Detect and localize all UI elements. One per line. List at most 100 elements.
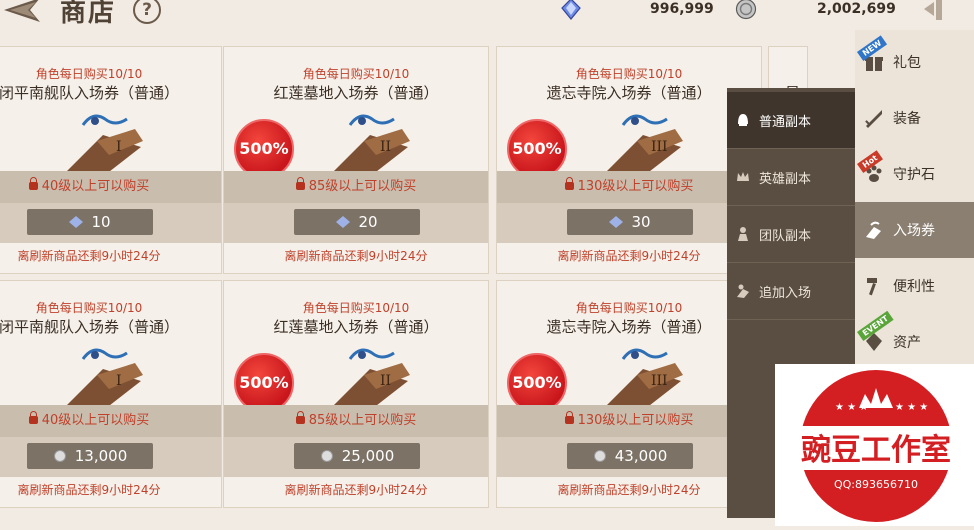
refresh-timer: 离刷新商品还剩9小时24分 <box>284 483 428 497</box>
studio-name: 豌豆工作室 <box>801 433 951 468</box>
item-name: 红莲墓地入场券（普通） <box>273 318 439 336</box>
currency-crystal: 996,999 <box>560 0 720 22</box>
ticket-icon: III <box>603 348 683 409</box>
crystal-icon <box>609 216 624 228</box>
submenu-hero-dungeon[interactable]: 英雄副本 <box>727 149 855 205</box>
submenu-divider <box>727 319 855 320</box>
sword-icon <box>865 110 882 128</box>
ticket-numeral: III <box>651 139 668 155</box>
item-name: 遗忘寺院入场券（普通） <box>546 318 712 336</box>
lock-icon <box>295 177 305 190</box>
category-package[interactable]: NEW 礼包 <box>855 34 974 90</box>
crystal-icon <box>69 216 84 228</box>
silver-amount: 2,002,699 <box>817 1 896 17</box>
ticket-numeral: I <box>116 139 122 155</box>
item-name: 遗忘寺院入场券（普通） <box>546 84 712 102</box>
ticket-numeral: II <box>380 139 391 155</box>
category-ticket[interactable]: 入场券 <box>855 202 974 258</box>
ticket-category-icon <box>866 221 881 239</box>
item-name: 红莲墓地入场券（普通） <box>273 84 439 102</box>
category-assets[interactable]: EVENT 资产 <box>855 310 974 370</box>
purchase-limit: 角色每日购买10/10 <box>302 67 410 81</box>
ticket-icon: III <box>603 114 683 175</box>
studio-logo: 豌豆工作室 QQ:893656710 ★ ★ ★ ★ ★ ★ <box>795 370 957 522</box>
silver-coin-icon <box>593 450 606 462</box>
purchase-limit: 角色每日购买10/10 <box>302 301 410 315</box>
shop-item-card[interactable]: 角色每日购买10/10 闭平南舰队入场券（普通） I 40级以上可以购买 13,… <box>0 280 222 508</box>
buy-button[interactable]: 13,000 <box>27 443 153 469</box>
price-area: 20 <box>224 203 488 243</box>
svg-text:★ ★ ★: ★ ★ ★ <box>895 402 928 413</box>
ticket-icon: II <box>330 114 410 175</box>
purchase-limit: 角色每日购买10/10 <box>575 67 683 81</box>
studio-watermark: 豌豆工作室 QQ:893656710 ★ ★ ★ ★ ★ ★ <box>775 364 974 526</box>
category-equipment[interactable]: 装备 <box>855 90 974 146</box>
warrior-icon <box>738 227 748 241</box>
studio-contact: QQ:893656710 <box>834 478 918 491</box>
purchase-limit: 角色每日购买10/10 <box>575 301 683 315</box>
back-arrow-icon[interactable] <box>0 0 46 26</box>
crystal-amount: 996,999 <box>650 1 714 17</box>
helmet-icon <box>738 114 748 126</box>
exit-icon[interactable] <box>922 0 950 22</box>
refresh-timer: 离刷新商品还剩9小时24分 <box>17 483 161 497</box>
currency-silver: 2,002,699 <box>735 0 905 22</box>
category-convenience[interactable]: 便利性 <box>855 258 974 314</box>
price-area: 30 <box>497 203 761 243</box>
refresh-timer: 离刷新商品还剩9小时24分 <box>557 249 701 263</box>
buy-button[interactable]: 25,000 <box>294 443 420 469</box>
bonus-badge: 500% <box>507 353 567 413</box>
price-area: 10 <box>0 203 221 243</box>
lock-icon <box>295 411 305 424</box>
bonus-badge: 500% <box>234 353 294 413</box>
item-name: 闭平南舰队入场券（普通） <box>0 318 179 336</box>
shop-item-card[interactable]: 角色每日购买10/10 闭平南舰队入场券（普通） I 40级以上可以购买 10 … <box>0 46 222 274</box>
category-guardian-stone[interactable]: Hot 守护石 <box>855 146 974 202</box>
purchase-limit: 角色每日购买10/10 <box>35 301 143 315</box>
help-icon[interactable]: ? <box>133 0 161 24</box>
buy-button[interactable]: 30 <box>567 209 693 235</box>
ticket-add-icon <box>737 284 749 298</box>
svg-text:★ ★ ★: ★ ★ ★ <box>835 402 868 413</box>
refresh-timer: 离刷新商品还剩9小时24分 <box>284 249 428 263</box>
buy-button[interactable]: 20 <box>294 209 420 235</box>
silver-coin-icon <box>53 450 66 462</box>
buy-button[interactable]: 10 <box>27 209 153 235</box>
submenu-extra-entry[interactable]: 追加入场 <box>727 263 855 319</box>
ticket-icon: II <box>330 348 410 409</box>
lock-icon <box>28 177 38 190</box>
level-requirement: 85级以上可以购买 <box>224 405 488 437</box>
level-requirement: 40级以上可以购买 <box>0 405 221 437</box>
shop-item-card[interactable]: 角色每日购买10/10 遗忘寺院入场券（普通） III 500% 130级以上可… <box>496 280 762 508</box>
top-bar: 商店 ? 996,999 2,002,699 <box>0 0 974 34</box>
buy-button[interactable]: 43,000 <box>567 443 693 469</box>
item-name: 闭平南舰队入场券（普通） <box>0 84 179 102</box>
ticket-numeral: III <box>651 373 668 389</box>
ticket-numeral: I <box>116 373 122 389</box>
submenu-raid-dungeon[interactable]: 团队副本 <box>727 206 855 262</box>
level-requirement: 85级以上可以购买 <box>224 171 488 203</box>
purchase-limit: 角色每日购买10/10 <box>35 67 143 81</box>
silver-coin-icon <box>735 0 757 20</box>
level-requirement: 130级以上可以购买 <box>497 405 761 437</box>
crown-helmet-icon <box>737 172 749 181</box>
lock-icon <box>28 411 38 424</box>
hammer-icon <box>867 278 877 296</box>
submenu-normal-dungeon[interactable]: 普通副本 <box>727 92 855 148</box>
refresh-timer: 离刷新商品还剩9小时24分 <box>17 249 161 263</box>
lock-icon <box>564 411 574 424</box>
crystal-icon <box>561 0 581 20</box>
lock-icon <box>564 177 574 190</box>
price-area: 13,000 <box>0 437 221 477</box>
shop-item-card[interactable]: 角色每日购买10/10 红莲墓地入场券（普通） II 500% 85级以上可以购… <box>223 46 489 274</box>
shop-item-card[interactable]: 角色每日购买10/10 红莲墓地入场券（普通） II 500% 85级以上可以购… <box>223 280 489 508</box>
crystal-icon <box>336 216 351 228</box>
bonus-badge: 500% <box>234 119 294 179</box>
shop-item-card[interactable]: 角色每日购买10/10 遗忘寺院入场券（普通） III 500% 130级以上可… <box>496 46 762 274</box>
refresh-timer: 离刷新商品还剩9小时24分 <box>557 483 701 497</box>
ticket-numeral: II <box>380 373 391 389</box>
price-area: 43,000 <box>497 437 761 477</box>
level-requirement: 40级以上可以购买 <box>0 171 221 203</box>
bonus-badge: 500% <box>507 119 567 179</box>
price-area: 25,000 <box>224 437 488 477</box>
